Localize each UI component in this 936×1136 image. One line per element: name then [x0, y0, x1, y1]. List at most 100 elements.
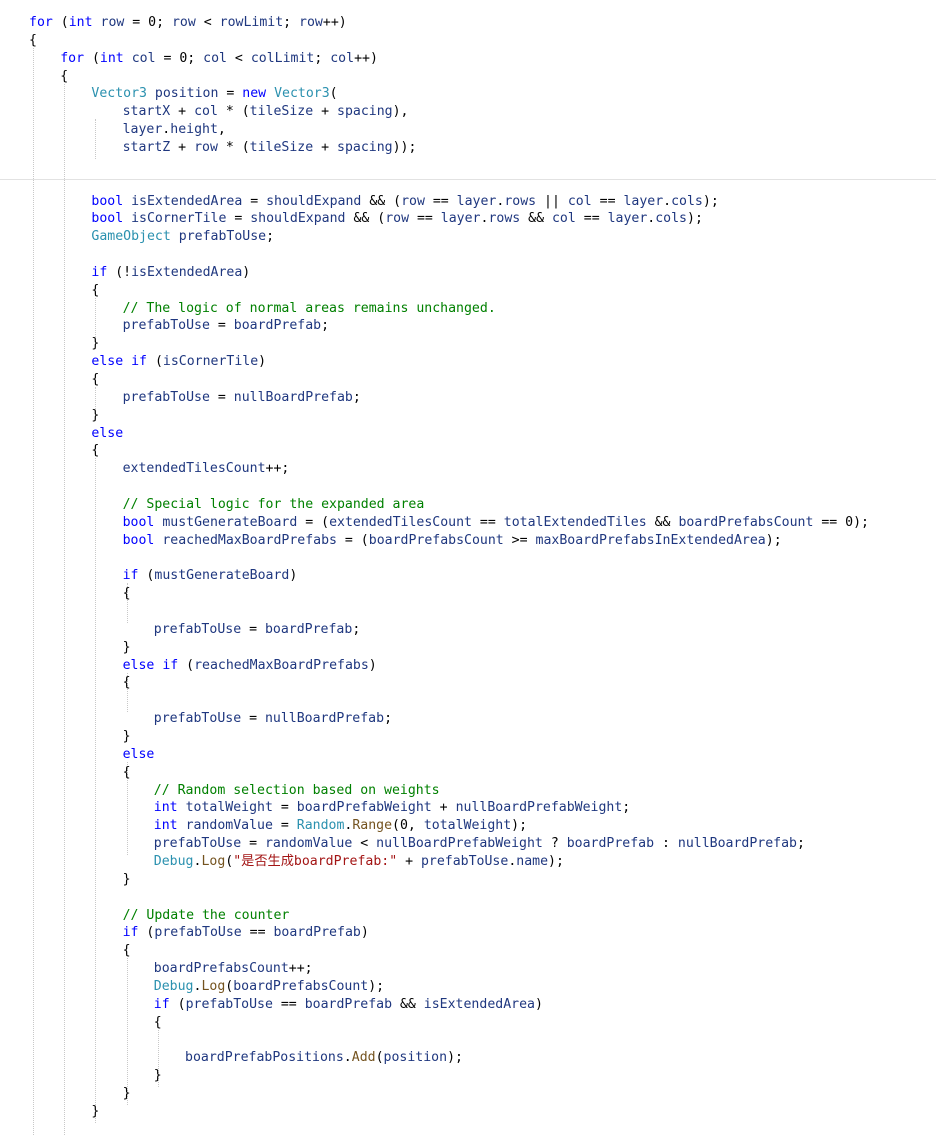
- punctuation: ++;: [288, 961, 313, 977]
- keyword: for: [29, 15, 53, 30]
- code-editor[interactable]: for (int row = 0; row < rowLimit; row++)…: [0, 0, 936, 1136]
- code-line[interactable]: // Update the counter: [123, 907, 290, 925]
- code-line[interactable]: }: [123, 728, 131, 746]
- code-line[interactable]: {: [123, 942, 131, 960]
- identifier: nullBoardPrefab: [264, 711, 385, 727]
- code-line[interactable]: {: [91, 282, 99, 300]
- identifier: layer: [440, 211, 481, 227]
- code-line[interactable]: }: [154, 1067, 162, 1085]
- code-line[interactable]: }: [123, 871, 131, 889]
- code-line[interactable]: Vector3 position = new Vector3(: [91, 85, 337, 103]
- indent-guide: [95, 297, 97, 338]
- identifier: prefabToUse: [153, 836, 242, 852]
- identifier: extendedTilesCount: [122, 461, 266, 477]
- code-line[interactable]: bool mustGenerateBoard = (extendedTilesC…: [123, 514, 869, 532]
- keyword: int: [68, 15, 93, 30]
- code-line[interactable]: {: [123, 674, 131, 692]
- punctuation: == 0);: [813, 514, 869, 530]
- identifier: isExtendedArea: [131, 264, 243, 280]
- code-line[interactable]: prefabToUse = boardPrefab;: [154, 621, 360, 639]
- keyword: bool: [122, 514, 155, 530]
- code-line[interactable]: if (prefabToUse == boardPrefab): [123, 924, 369, 942]
- code-line[interactable]: if (prefabToUse == boardPrefab && isExte…: [154, 996, 543, 1014]
- code-line[interactable]: Debug.Log("是否生成boardPrefab:" + prefabToU…: [154, 853, 564, 871]
- code-line[interactable]: {: [91, 442, 99, 460]
- code-line[interactable]: int totalWeight = boardPrefabWeight + nu…: [154, 799, 630, 817]
- code-line[interactable]: else if (isCornerTile): [91, 353, 266, 371]
- code-line[interactable]: if (!isExtendedArea): [91, 264, 250, 282]
- punctuation: {: [122, 764, 131, 780]
- punctuation: =: [209, 318, 234, 334]
- code-line[interactable]: extendedTilesCount++;: [123, 460, 290, 478]
- code-line[interactable]: if (mustGenerateBoard): [123, 567, 298, 585]
- identifier: tileSize: [249, 104, 314, 120]
- code-line[interactable]: else: [91, 425, 123, 443]
- type-name: Vector3: [274, 86, 330, 102]
- punctuation: && (: [345, 211, 386, 227]
- identifier: colLimit: [250, 50, 315, 66]
- identifier: startX: [122, 104, 171, 120]
- punctuation: );: [687, 211, 703, 227]
- code-line[interactable]: prefabToUse = boardPrefab;: [123, 317, 329, 335]
- identifier: layer: [122, 122, 163, 138]
- indent-guide: [95, 458, 97, 1123]
- punctuation: <: [195, 15, 220, 30]
- punctuation: ;: [321, 318, 330, 334]
- code-line[interactable]: int randomValue = Random.Range(0, totalW…: [154, 817, 527, 835]
- identifier: isExtendedArea: [423, 996, 535, 1012]
- field: cols: [655, 211, 687, 227]
- code-line[interactable]: else: [123, 746, 155, 764]
- code-line[interactable]: GameObject prefabToUse;: [91, 228, 274, 246]
- identifier: boardPrefab: [273, 925, 361, 941]
- code-line[interactable]: bool isExtendedArea = shouldExpand && (r…: [91, 193, 718, 211]
- code-line[interactable]: for (int row = 0; row < rowLimit; row++): [29, 14, 347, 32]
- punctuation: +: [313, 104, 338, 120]
- punctuation: ==: [424, 193, 457, 209]
- code-line[interactable]: {: [123, 585, 131, 603]
- code-line[interactable]: {: [123, 764, 131, 782]
- code-line[interactable]: bool isCornerTile = shouldExpand && (row…: [91, 210, 703, 228]
- identifier: col: [551, 211, 576, 227]
- indent-guide: [126, 958, 128, 1105]
- code-line[interactable]: // The logic of normal areas remains unc…: [123, 300, 496, 318]
- code-line[interactable]: }: [123, 639, 131, 657]
- code-line[interactable]: startX + col * (tileSize + spacing),: [123, 103, 409, 121]
- code-line[interactable]: boardPrefabPositions.Add(position);: [185, 1049, 463, 1067]
- code-line[interactable]: {: [154, 1014, 162, 1032]
- keyword: else: [91, 354, 124, 370]
- identifier: nullBoardPrefab: [233, 389, 353, 405]
- code-line[interactable]: }: [123, 1085, 131, 1103]
- punctuation: [178, 818, 186, 833]
- code-line[interactable]: {: [60, 68, 68, 86]
- code-line[interactable]: prefabToUse = randomValue < nullBoardPre…: [154, 835, 805, 853]
- type-name: GameObject: [91, 229, 171, 245]
- punctuation: =: [242, 193, 267, 209]
- code-line[interactable]: else if (reachedMaxBoardPrefabs): [123, 657, 377, 675]
- code-line[interactable]: Debug.Log(boardPrefabsCount);: [154, 978, 384, 996]
- punctuation: = 0;: [124, 15, 172, 30]
- code-line[interactable]: // Special logic for the expanded area: [123, 496, 425, 514]
- code-line[interactable]: }: [91, 407, 99, 425]
- punctuation: ): [534, 996, 543, 1012]
- identifier: totalWeight: [423, 818, 512, 834]
- identifier: boardPrefabsCount: [233, 978, 369, 994]
- code-line[interactable]: {: [91, 371, 99, 389]
- code-line[interactable]: {: [29, 32, 37, 50]
- code-line[interactable]: bool reachedMaxBoardPrefabs = (boardPref…: [123, 532, 782, 550]
- punctuation: (: [84, 50, 100, 66]
- code-line[interactable]: for (int col = 0; col < colLimit; col++): [60, 50, 378, 68]
- method-name: Log: [201, 853, 226, 869]
- keyword: int: [153, 818, 178, 834]
- code-line[interactable]: }: [91, 335, 99, 353]
- code-line[interactable]: // Random selection based on weights: [154, 782, 440, 800]
- punctuation: &&: [392, 996, 424, 1012]
- code-line[interactable]: prefabToUse = nullBoardPrefab;: [154, 710, 392, 728]
- code-line[interactable]: boardPrefabsCount++;: [154, 960, 313, 978]
- code-line[interactable]: startZ + row * (tileSize + spacing));: [123, 139, 417, 157]
- punctuation: [123, 211, 131, 226]
- code-line[interactable]: prefabToUse = nullBoardPrefab;: [123, 389, 361, 407]
- code-line[interactable]: }: [91, 1103, 99, 1121]
- identifier: startZ: [122, 139, 171, 155]
- punctuation: =: [241, 621, 265, 637]
- code-line[interactable]: layer.height,: [123, 121, 226, 139]
